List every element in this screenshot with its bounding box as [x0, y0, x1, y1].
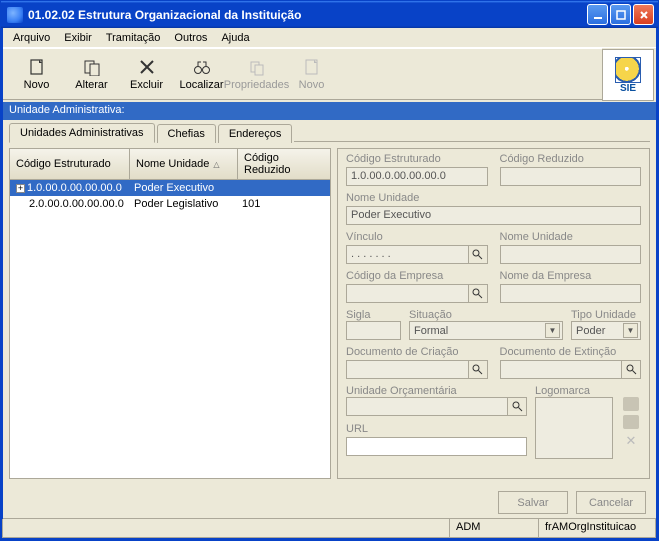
status-empty — [2, 519, 450, 538]
menubar: Arquivo Exibir Tramitação Outros Ajuda — [3, 28, 656, 48]
toolbar-localizar[interactable]: Localizar — [174, 50, 229, 98]
cancelar-button[interactable]: Cancelar — [576, 491, 646, 514]
label-tipo-unidade: Tipo Unidade — [571, 309, 641, 321]
col-nome-unidade[interactable]: Nome Unidade△ — [130, 149, 238, 179]
app-icon — [7, 7, 23, 23]
label-doc-extincao: Documento de Extinção — [500, 346, 642, 358]
label-nome-empresa: Nome da Empresa — [500, 270, 642, 282]
lookup-doc-criacao-button[interactable] — [468, 360, 488, 379]
toolbar-alterar[interactable]: Alterar — [64, 50, 119, 98]
col-codigo-reduzido[interactable]: Código Reduzido — [238, 149, 330, 179]
field-codigo-estruturado[interactable]: 1.0.00.0.00.00.00.0 — [346, 167, 488, 186]
chevron-down-icon: ▼ — [623, 323, 638, 338]
section-header: Unidade Administrativa: — [3, 102, 656, 120]
minimize-button[interactable] — [587, 4, 608, 25]
lookup-vinculo-button[interactable] — [468, 245, 488, 264]
field-situacao[interactable]: Formal ▼ — [409, 321, 563, 340]
field-nome-unidade[interactable]: Poder Executivo — [346, 206, 641, 225]
statusbar: ADM frAMOrgInstituicao — [3, 518, 656, 538]
field-codigo-empresa[interactable] — [346, 284, 469, 303]
menu-exibir[interactable]: Exibir — [58, 30, 98, 46]
toolbar: Novo Alterar Excluir — [3, 48, 602, 100]
new-icon — [27, 57, 47, 77]
label-codigo-estruturado: Código Estruturado — [346, 153, 488, 165]
label-codigo-empresa: Código da Empresa — [346, 270, 488, 282]
grid-row[interactable]: 2.0.00.0.00.00.00.0 Poder Legislativo 10… — [10, 196, 330, 212]
tree-grid: Código Estruturado Nome Unidade△ Código … — [9, 148, 331, 479]
toolbar-novo[interactable]: Novo — [9, 50, 64, 98]
close-button[interactable] — [633, 4, 654, 25]
chevron-down-icon: ▼ — [545, 323, 560, 338]
menu-ajuda[interactable]: Ajuda — [215, 30, 255, 46]
label-doc-criacao: Documento de Criação — [346, 346, 488, 358]
lookup-doc-extincao-button[interactable] — [621, 360, 641, 379]
field-vinculo[interactable]: . . . . . . . — [346, 245, 469, 264]
label-nome-unidade2: Nome Unidade — [500, 231, 642, 243]
footer-buttons: Salvar Cancelar — [3, 485, 656, 518]
logomarca-box — [535, 397, 613, 459]
properties-icon — [247, 57, 267, 77]
tabs: Unidades Administrativas Chefias Endereç… — [3, 120, 656, 142]
delete-icon — [137, 57, 157, 77]
search-icon — [472, 249, 483, 260]
field-codigo-reduzido[interactable] — [500, 167, 642, 186]
field-nome-unidade2[interactable] — [500, 245, 642, 264]
label-vinculo: Vínculo — [346, 231, 488, 243]
lookup-empresa-button[interactable] — [468, 284, 488, 303]
toolbar-novo2: Novo — [284, 50, 339, 98]
status-user: ADM — [449, 519, 539, 538]
window-title: 01.02.02 Estrutura Organizacional da Ins… — [28, 8, 587, 22]
binoculars-icon — [192, 57, 212, 77]
label-logomarca: Logomarca — [535, 385, 613, 397]
label-codigo-reduzido: Código Reduzido — [500, 153, 642, 165]
new-icon — [302, 57, 322, 77]
label-url: URL — [346, 423, 527, 438]
status-form: frAMOrgInstituicao — [538, 519, 656, 538]
tab-enderecos[interactable]: Endereços — [218, 124, 293, 143]
maximize-button[interactable] — [610, 4, 631, 25]
expand-icon[interactable]: + — [16, 184, 25, 193]
app-window: 01.02.02 Estrutura Organizacional da Ins… — [0, 0, 659, 541]
titlebar: 01.02.02 Estrutura Organizacional da Ins… — [1, 1, 658, 28]
search-icon — [472, 364, 483, 375]
label-situacao: Situação — [409, 309, 563, 321]
menu-outros[interactable]: Outros — [168, 30, 213, 46]
save-image-icon[interactable] — [623, 415, 639, 429]
salvar-button[interactable]: Salvar — [498, 491, 568, 514]
col-codigo-estruturado[interactable]: Código Estruturado — [10, 149, 130, 179]
app-logo: SIE — [602, 49, 654, 101]
menu-arquivo[interactable]: Arquivo — [7, 30, 56, 46]
field-unidade-orcamentaria[interactable] — [346, 397, 508, 416]
field-tipo-unidade[interactable]: Poder ▼ — [571, 321, 641, 340]
field-doc-extincao[interactable] — [500, 360, 623, 379]
tab-chefias[interactable]: Chefias — [157, 124, 216, 143]
spiral-icon — [615, 57, 641, 83]
label-unidade-orcamentaria: Unidade Orçamentária — [346, 385, 527, 397]
grid-row[interactable]: + 1.0.00.0.00.00.00.0 Poder Executivo — [10, 180, 330, 196]
menu-tramitacao[interactable]: Tramitação — [100, 30, 167, 46]
label-nome-unidade: Nome Unidade — [346, 192, 641, 204]
grid-body[interactable]: + 1.0.00.0.00.00.00.0 Poder Executivo 2.… — [10, 180, 330, 478]
edit-icon — [82, 57, 102, 77]
field-doc-criacao[interactable] — [346, 360, 469, 379]
detail-form: Código Estruturado Código Reduzido 1.0.0… — [337, 148, 650, 479]
sort-asc-icon: △ — [213, 160, 219, 169]
field-nome-empresa[interactable] — [500, 284, 642, 303]
field-sigla[interactable] — [346, 321, 401, 340]
label-sigla: Sigla — [346, 309, 401, 321]
search-icon — [626, 364, 637, 375]
clear-image-icon[interactable]: ✕ — [623, 433, 639, 447]
toolbar-excluir[interactable]: Excluir — [119, 50, 174, 98]
field-url[interactable] — [346, 437, 527, 456]
search-icon — [512, 401, 523, 412]
tab-unidades-administrativas[interactable]: Unidades Administrativas — [9, 123, 155, 143]
open-image-icon[interactable] — [623, 397, 639, 411]
lookup-unidade-orcamentaria-button[interactable] — [507, 397, 527, 416]
search-icon — [472, 288, 483, 299]
toolbar-propriedades: Propriedades — [229, 50, 284, 98]
